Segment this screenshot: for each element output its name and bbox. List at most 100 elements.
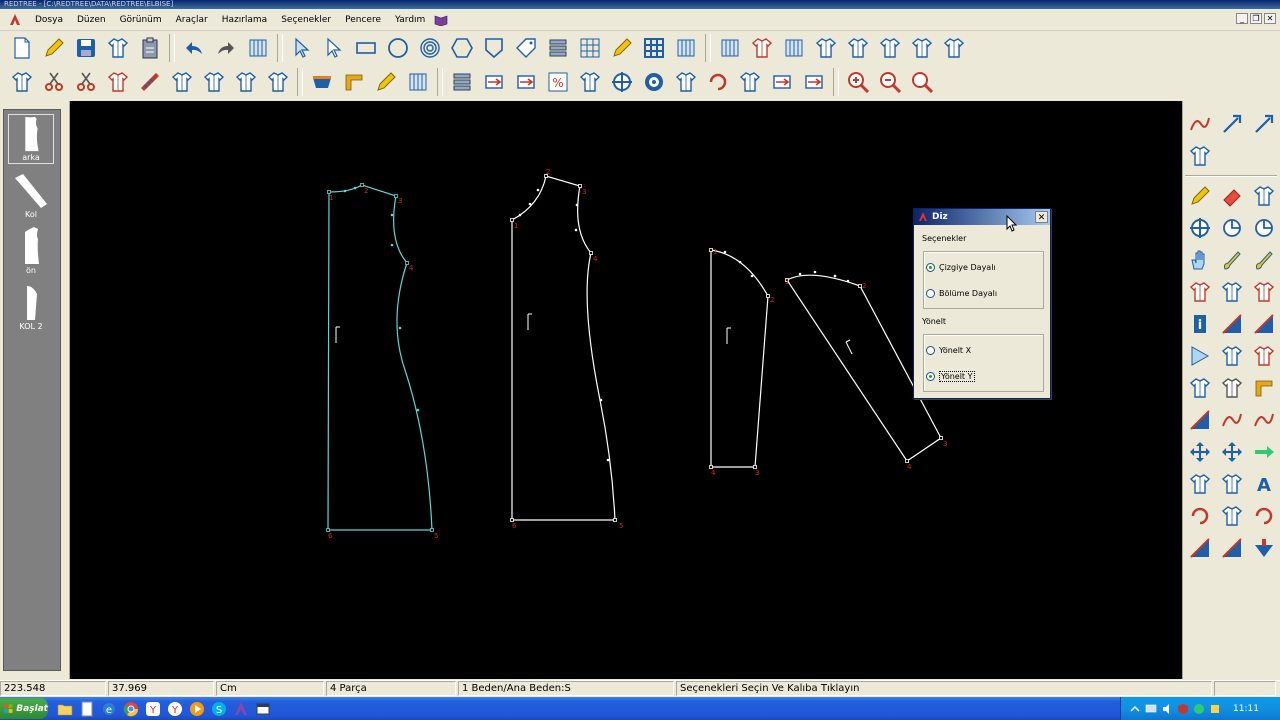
yandex-browser-icon[interactable]: Y — [164, 699, 186, 719]
hexagon-icon[interactable] — [446, 33, 478, 63]
shirt-pattern-icon[interactable] — [1185, 373, 1215, 403]
radio-yonelt-x[interactable]: Yönelt X — [926, 346, 971, 355]
shirt-a-icon[interactable] — [1185, 469, 1215, 499]
radio-button[interactable] — [926, 372, 935, 381]
radio-button[interactable] — [926, 346, 935, 355]
circle-cross-icon[interactable] — [1185, 213, 1215, 243]
menu-secenekler[interactable]: Seçenekler — [274, 15, 338, 25]
piece-on[interactable] — [511, 175, 616, 521]
shirt-flip-icon[interactable] — [166, 67, 198, 97]
select-arrow-icon[interactable] — [286, 33, 318, 63]
shield-tray-icon[interactable] — [1177, 703, 1189, 715]
bucket-icon[interactable] — [306, 67, 338, 97]
stack-icon[interactable] — [542, 33, 574, 63]
corner-point[interactable] — [613, 518, 617, 522]
zoom-out-icon[interactable] — [874, 67, 906, 97]
volume-icon[interactable] — [1161, 703, 1173, 715]
notch-plus-icon[interactable] — [1249, 213, 1279, 243]
bodice-icon[interactable] — [842, 33, 874, 63]
jacket-icon[interactable] — [670, 33, 702, 63]
ie-icon[interactable]: e — [98, 699, 120, 719]
piece-thumbnail[interactable]: arka — [8, 114, 54, 164]
arrow-down-icon[interactable] — [1249, 533, 1279, 563]
sewing-icon[interactable] — [402, 67, 434, 97]
move-left-icon[interactable] — [478, 67, 510, 97]
shirt-line-icon[interactable] — [1249, 181, 1279, 211]
antivirus-icon[interactable] — [1209, 703, 1221, 715]
rotate-cw-icon[interactable] — [1249, 501, 1279, 531]
help-book-icon[interactable] — [434, 14, 448, 26]
skype-icon[interactable]: S — [208, 699, 230, 719]
ruler-stripes-icon[interactable] — [134, 67, 166, 97]
garment-icon[interactable] — [906, 33, 938, 63]
mdi-minimize-button[interactable]: _ — [1236, 13, 1248, 24]
grid-bold-icon[interactable] — [638, 33, 670, 63]
scissor-red-icon[interactable] — [38, 67, 70, 97]
radio-cizgiye-dayali[interactable]: Çizgiye Dayalı — [926, 263, 996, 272]
menu-yardim[interactable]: Yardım — [388, 15, 432, 25]
shirt-c-icon[interactable] — [1217, 501, 1247, 531]
save-icon[interactable] — [70, 33, 102, 63]
circle-icon[interactable] — [382, 33, 414, 63]
piece-thumbnail[interactable]: KOL 2 — [8, 282, 54, 332]
tag-icon[interactable] — [510, 33, 542, 63]
menu-araclar[interactable]: Araçlar — [169, 15, 215, 25]
zoom-fit-icon[interactable] — [906, 67, 938, 97]
box-flip-icon[interactable] — [766, 67, 798, 97]
shirt-rotate-icon[interactable] — [702, 67, 734, 97]
radio-bolume-dayali[interactable]: Bölüme Dayalı — [926, 289, 997, 298]
shirt-diagonal-icon[interactable] — [734, 67, 766, 97]
grade-icon[interactable] — [510, 67, 542, 97]
menu-duzen[interactable]: Düzen — [70, 15, 113, 25]
network-icon[interactable] — [1145, 703, 1157, 715]
piece-thumbnail[interactable]: Kol — [8, 170, 54, 220]
import-icon[interactable] — [242, 33, 274, 63]
target-icon[interactable] — [638, 67, 670, 97]
shirt-b-icon[interactable] — [1217, 469, 1247, 499]
cut-shirt-icon[interactable] — [746, 33, 778, 63]
shirt-up-icon[interactable] — [670, 67, 702, 97]
pen-icon[interactable] — [606, 33, 638, 63]
piece-kol[interactable] — [710, 249, 769, 468]
mdi-restore-button[interactable]: ❐ — [1250, 13, 1262, 24]
folder-icon[interactable] — [54, 699, 76, 719]
rectangle-icon[interactable] — [350, 33, 382, 63]
eraser-icon[interactable] — [1217, 181, 1247, 211]
shirt-icon[interactable] — [102, 33, 134, 63]
corner-icon[interactable] — [338, 67, 370, 97]
radio-button[interactable] — [926, 263, 935, 272]
triangle-red-icon[interactable] — [1185, 405, 1215, 435]
redtree-icon[interactable] — [230, 699, 252, 719]
new-file-icon[interactable] — [6, 33, 38, 63]
window-icon[interactable] — [252, 699, 274, 719]
zoom-in-icon[interactable] — [842, 67, 874, 97]
shirt-gray-icon[interactable] — [1217, 373, 1247, 403]
triangle-b-icon[interactable] — [1217, 533, 1247, 563]
move-cross2-icon[interactable] — [1217, 437, 1247, 467]
marker-icon[interactable] — [714, 33, 746, 63]
info-shirt-icon[interactable]: i — [1185, 309, 1215, 339]
arrow-curve-icon[interactable] — [1185, 109, 1215, 139]
triangle-a-icon[interactable] — [1185, 533, 1215, 563]
hand-icon[interactable] — [1185, 245, 1215, 275]
start-button[interactable]: Başlat — [0, 698, 48, 719]
shirt-blue-icon[interactable] — [1217, 341, 1247, 371]
shield-shape-icon[interactable] — [478, 33, 510, 63]
dart-bodice-icon[interactable] — [874, 33, 906, 63]
scale-icon[interactable] — [574, 67, 606, 97]
menu-hazirlama[interactable]: Hazırlama — [215, 15, 275, 25]
shirt-red-icon[interactable] — [1249, 341, 1279, 371]
shirt-mark2-icon[interactable] — [1249, 277, 1279, 307]
pencil-icon[interactable] — [370, 67, 402, 97]
shirt-split-icon[interactable] — [810, 33, 842, 63]
mdi-close-button[interactable]: ✕ — [1264, 13, 1276, 24]
shirt-mark-icon[interactable] — [1185, 277, 1215, 307]
pin-arrow2-icon[interactable] — [1249, 109, 1279, 139]
menu-gorunum[interactable]: Görünüm — [113, 15, 169, 25]
percent-icon[interactable]: % — [542, 67, 574, 97]
redo-icon[interactable] — [210, 33, 242, 63]
wave-icon[interactable] — [1217, 405, 1247, 435]
pleat-icon[interactable] — [778, 33, 810, 63]
shirt-measure-icon[interactable] — [6, 67, 38, 97]
crosshair-icon[interactable] — [606, 67, 638, 97]
